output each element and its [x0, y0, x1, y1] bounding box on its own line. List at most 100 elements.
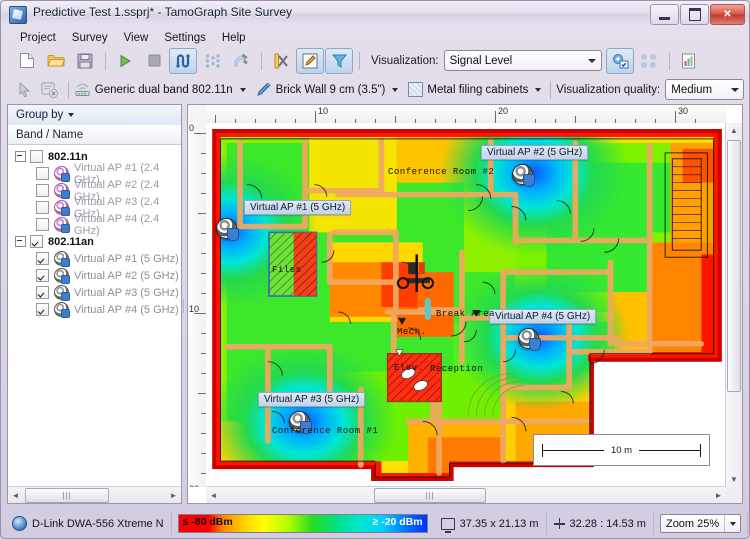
- wall-type-select[interactable]: Brick Wall 9 cm (3.5"): [256, 82, 399, 97]
- status-cursor-position: 32.28 : 14.53 m: [547, 512, 654, 535]
- legend-min-label: ≤ -80 dBm: [182, 516, 233, 528]
- column-header-band-name[interactable]: Band / Name: [8, 125, 181, 145]
- scroll-up-arrow[interactable]: ▲: [726, 123, 742, 138]
- room-label-mech: Mech.: [397, 327, 427, 337]
- map-size-label: 37.35 x 21.13 m: [459, 517, 539, 530]
- room-label-break-area: Break Area: [436, 309, 496, 319]
- map-hscrollbar[interactable]: ◄ ||| ►: [206, 486, 726, 503]
- visualization-value: Signal Level: [449, 54, 513, 67]
- start-survey-button[interactable]: [111, 48, 139, 74]
- tree-group-802-11an[interactable]: 802.11an: [8, 233, 181, 250]
- obstacle-type-select[interactable]: Metal filing cabinets: [408, 82, 542, 97]
- ap-config-icon: [612, 54, 629, 69]
- item-checkbox[interactable]: [36, 167, 49, 180]
- new-document-icon: [20, 53, 34, 68]
- item-checkbox[interactable]: [36, 269, 49, 282]
- group-by-button[interactable]: Group by: [8, 105, 181, 126]
- scroll-down-arrow[interactable]: ▼: [726, 472, 742, 487]
- scroll-right-arrow[interactable]: ►: [166, 491, 181, 500]
- toolbar-separator: [261, 51, 262, 70]
- cursor-position-label: 32.28 : 14.53 m: [569, 517, 646, 530]
- visualization-select[interactable]: Signal Level: [443, 50, 602, 71]
- collapse-icon[interactable]: [15, 151, 26, 162]
- stop-survey-button[interactable]: [140, 48, 168, 74]
- ap-icon: [54, 217, 70, 233]
- menu-item-survey[interactable]: Survey: [65, 30, 115, 46]
- new-project-button[interactable]: [13, 48, 41, 74]
- toolbar-separator: [105, 51, 106, 70]
- save-project-button[interactable]: [71, 48, 99, 74]
- scroll-thumb[interactable]: |||: [25, 487, 109, 503]
- remove-ap-button[interactable]: [38, 77, 62, 103]
- close-button[interactable]: ✕: [710, 4, 745, 25]
- points-icon: [205, 53, 220, 68]
- minimize-button[interactable]: [650, 4, 679, 25]
- item-checkbox[interactable]: [36, 252, 49, 265]
- column-header-label: Band / Name: [16, 128, 84, 141]
- item-checkbox[interactable]: [36, 184, 49, 197]
- item-checkbox[interactable]: [36, 286, 49, 299]
- ruler-label-10: 10: [318, 106, 329, 116]
- scroll-left-arrow[interactable]: ◄: [206, 491, 221, 500]
- tree-item[interactable]: Virtual AP #4 (2.4 GHz): [8, 213, 181, 237]
- ap-model-select[interactable]: Generic dual band 802.11n: [74, 83, 246, 97]
- measure-tool-button[interactable]: [267, 48, 295, 74]
- menu-item-settings[interactable]: Settings: [157, 30, 213, 46]
- menu-item-view[interactable]: View: [117, 30, 156, 46]
- tree-item[interactable]: Virtual AP #4 (5 GHz): [8, 301, 181, 318]
- point-survey-button[interactable]: [198, 48, 226, 74]
- collapse-icon[interactable]: [15, 236, 26, 247]
- room-label-files: Files: [272, 265, 302, 275]
- ap-settings-button[interactable]: [605, 47, 634, 74]
- ruler-label-30: 30: [678, 106, 689, 116]
- maximize-button[interactable]: [680, 4, 709, 25]
- wall-type-value: Brick Wall 9 cm (3.5"): [275, 83, 386, 96]
- main-toolbar: Visualization: Signal Level: [6, 46, 744, 75]
- draw-tool-button[interactable]: [296, 47, 324, 74]
- ap-marker-1[interactable]: [216, 218, 239, 241]
- zoom-select[interactable]: Zoom 25%: [659, 514, 742, 533]
- open-project-button[interactable]: [42, 48, 70, 74]
- scroll-right-arrow[interactable]: ►: [711, 491, 726, 500]
- item-checkbox[interactable]: [36, 201, 49, 214]
- chevron-down-icon: [392, 87, 399, 92]
- tree-item[interactable]: Virtual AP #1 (5 GHz): [8, 250, 181, 267]
- toolbar-separator: [550, 80, 552, 99]
- report-button[interactable]: [675, 48, 703, 74]
- item-checkbox[interactable]: [36, 303, 49, 316]
- scroll-thumb[interactable]: |||: [374, 488, 486, 503]
- ap-model-value: Generic dual band 802.11n: [94, 83, 233, 96]
- ap-label-2[interactable]: Virtual AP #2 (5 GHz): [481, 145, 589, 160]
- map-vscrollbar[interactable]: ▲ ▼: [725, 123, 742, 487]
- tree-item[interactable]: Virtual AP #3 (5 GHz): [8, 284, 181, 301]
- group-checkbox[interactable]: [30, 235, 43, 248]
- visualization-quality-select[interactable]: Medium: [665, 79, 744, 100]
- ap-label-3[interactable]: Virtual AP #3 (5 GHz): [258, 392, 366, 407]
- heatmap-canvas[interactable]: Virtual AP #1 (5 GHz) Virtual AP #2 (5 G…: [206, 123, 726, 487]
- ap-list-hscrollbar[interactable]: ◄ ||| ►: [8, 486, 181, 503]
- status-adapter[interactable]: D-Link DWA-556 Xtreme N: [5, 512, 172, 535]
- title-bar: Predictive Test 1.ssprj* - TamoGraph Sit…: [1, 1, 749, 27]
- resize-grip: [726, 487, 742, 503]
- ap-label-1[interactable]: Virtual AP #1 (5 GHz): [244, 200, 352, 215]
- select-area-button[interactable]: [325, 47, 353, 74]
- zoom-value: Zoom 25%: [665, 517, 720, 530]
- adapter-label: D-Link DWA-556 Xtreme N: [32, 517, 164, 530]
- menu-item-project[interactable]: Project: [13, 30, 63, 46]
- menu-bar: Project Survey View Settings Help: [6, 28, 744, 47]
- gps-survey-button[interactable]: [227, 48, 255, 74]
- menu-item-help[interactable]: Help: [215, 30, 253, 46]
- ap-label-4[interactable]: Virtual AP #4 (5 GHz): [489, 309, 597, 324]
- pointer-tool-button[interactable]: [13, 77, 37, 103]
- obstacle-type-value: Metal filing cabinets: [427, 83, 529, 96]
- scroll-left-arrow[interactable]: ◄: [8, 491, 23, 500]
- satellite-icon: [233, 53, 248, 67]
- scroll-thumb[interactable]: [727, 140, 741, 392]
- continuous-survey-button[interactable]: [169, 47, 197, 74]
- ap-marker-2[interactable]: [512, 164, 535, 187]
- group-checkbox[interactable]: [30, 150, 43, 163]
- tree-item[interactable]: Virtual AP #2 (5 GHz): [8, 267, 181, 284]
- item-checkbox[interactable]: [36, 218, 49, 231]
- multi-ap-button[interactable]: [635, 48, 663, 74]
- ap-marker-4[interactable]: [518, 328, 541, 351]
